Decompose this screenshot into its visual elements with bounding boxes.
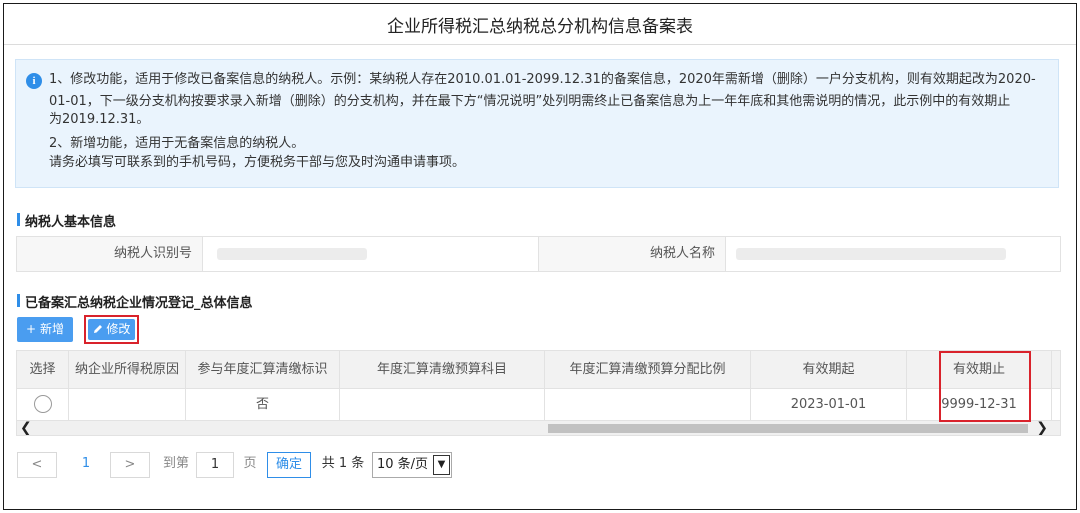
section-title-records: 已备案汇总纳税企业情况登记_总体信息: [17, 292, 253, 311]
next-page-button[interactable]: >: [110, 452, 150, 478]
taxpayer-name-label: 纳税人名称: [539, 237, 726, 271]
notice-line-4: 2、新增功能，适用于无备案信息的纳税人。: [49, 136, 305, 151]
goto-label: 到第: [162, 456, 189, 471]
page-number-current[interactable]: 1: [73, 452, 99, 478]
prev-page-button[interactable]: <: [17, 452, 57, 478]
scroll-left-icon[interactable]: ❮: [20, 420, 32, 435]
notice-line-5: 请务必填写可联系到的手机号码，方便税务干部与您及时沟通申请事项。: [49, 155, 466, 170]
col-reason: 纳企业所得税原因: [69, 351, 186, 388]
cell-budget-subject: [340, 389, 545, 420]
chevron-down-icon: ▼: [433, 455, 450, 475]
taxpayer-id-value: [203, 237, 539, 271]
confirm-button[interactable]: 确定: [267, 452, 311, 478]
cell-reason: [69, 389, 186, 420]
pencil-icon: [93, 325, 102, 333]
redacted-taxpayer-name: [736, 248, 1006, 260]
page-input[interactable]: 1: [196, 452, 234, 478]
end-date-highlight: [939, 351, 1031, 422]
col-start: 有效期起: [751, 351, 907, 388]
cell-participate: 否: [186, 389, 340, 420]
add-button-label: 新增: [39, 322, 64, 336]
info-icon: i: [26, 73, 42, 89]
table-row: 否 2023-01-01 9999-12-31: [17, 389, 1060, 421]
chevron-right-icon: >: [124, 457, 136, 472]
page-title: 企业所得税汇总纳税总分机构信息备案表: [387, 17, 693, 37]
notice-box: i 1、修改功能，适用于修改已备案信息的纳税人。示例：某纳税人存在2010.01…: [15, 59, 1059, 188]
plus-icon: +: [26, 322, 37, 336]
horizontal-scrollbar[interactable]: ❮ ❯: [17, 420, 1060, 435]
notice-line-2: 01-01，下一级分支机构按要求录入新增（删除）的分支机构，并在最下方“情况说明…: [49, 94, 1011, 109]
edit-button[interactable]: 修改: [88, 319, 135, 340]
scroll-right-icon[interactable]: ❯: [1036, 420, 1048, 435]
col-budget-subject: 年度汇算清缴预算科目: [340, 351, 545, 388]
scrollbar-thumb[interactable]: [548, 424, 1028, 433]
taxpayer-name-value: [726, 237, 1060, 271]
chevron-left-icon: <: [31, 457, 43, 472]
row-radio[interactable]: [33, 394, 52, 413]
col-select: 选择: [17, 351, 69, 388]
notice-line-3: 为2019.12.31。: [49, 112, 150, 127]
page-size-value: 10 条/页: [377, 457, 429, 472]
table-header: 选择 纳企业所得税原因 参与年度汇算清缴标识 年度汇算清缴预算科目 年度汇算清缴…: [17, 351, 1060, 389]
section-title-basic-info: 纳税人基本信息: [17, 211, 116, 230]
row-select-cell: [17, 389, 69, 420]
page-unit-label: 页: [243, 456, 257, 471]
page-size-select[interactable]: 10 条/页 ▼: [372, 452, 452, 478]
total-count: 共 1 条: [321, 456, 365, 471]
records-table: 选择 纳企业所得税原因 参与年度汇算清缴标识 年度汇算清缴预算科目 年度汇算清缴…: [16, 350, 1061, 436]
redacted-taxpayer-id: [217, 248, 367, 260]
col-participate: 参与年度汇算清缴标识: [186, 351, 340, 388]
add-button[interactable]: + 新增: [17, 317, 73, 342]
taxpayer-id-label: 纳税人识别号: [17, 237, 203, 271]
edit-button-highlight: 修改: [84, 315, 139, 344]
cell-start: 2023-01-01: [751, 389, 907, 420]
cell-ratio: [545, 389, 751, 420]
title-divider: [4, 44, 1076, 45]
basic-info-table: 纳税人识别号 纳税人名称: [16, 236, 1061, 272]
notice-line-1: 1、修改功能，适用于修改已备案信息的纳税人。示例：某纳税人存在2010.01.0…: [49, 72, 1036, 87]
edit-button-label: 修改: [106, 322, 131, 336]
col-ratio: 年度汇算清缴预算分配比例: [545, 351, 751, 388]
